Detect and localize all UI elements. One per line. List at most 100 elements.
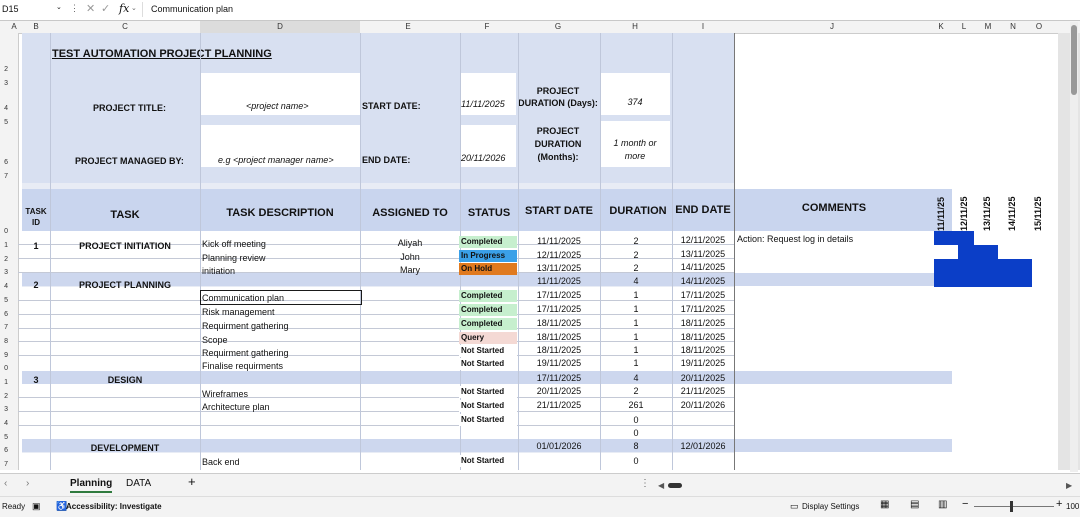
column-header[interactable]: E xyxy=(360,21,456,33)
column-header[interactable]: L xyxy=(952,21,976,33)
assigned-to[interactable]: John xyxy=(360,252,460,263)
column-header[interactable]: J xyxy=(734,21,930,33)
row-number[interactable]: 2 xyxy=(0,393,8,400)
row-number[interactable]: 9 xyxy=(0,352,8,359)
more-vertical-icon[interactable]: ⋮ xyxy=(70,3,79,14)
task-description[interactable]: Back end xyxy=(202,457,240,468)
end-date[interactable]: 12/11/2025 xyxy=(672,235,734,246)
scroll-right-icon[interactable]: ▶ xyxy=(1066,479,1072,493)
row-number[interactable]: 6 xyxy=(0,447,8,454)
sheet-tab-data[interactable]: DATA xyxy=(126,477,151,491)
duration[interactable]: 1 xyxy=(600,358,672,369)
column-header[interactable]: K xyxy=(930,21,952,33)
end-date[interactable]: 13/11/2025 xyxy=(672,249,734,260)
duration[interactable]: 1 xyxy=(600,318,672,329)
start-date[interactable]: 13/11/2025 xyxy=(518,263,600,274)
start-date[interactable]: 19/11/2025 xyxy=(518,358,600,369)
status-cell[interactable]: Not Started xyxy=(459,358,517,370)
formula-input[interactable]: Communication plan xyxy=(142,2,1080,17)
duration-days-box[interactable] xyxy=(600,73,670,115)
status-cell[interactable]: On Hold xyxy=(459,263,517,275)
start-date[interactable]: 20/11/2025 xyxy=(518,386,600,397)
row-number[interactable]: 3 xyxy=(0,406,8,413)
start-date[interactable]: 12/11/2025 xyxy=(518,250,600,261)
duration[interactable]: 0 xyxy=(600,415,672,426)
start-date[interactable]: 18/11/2025 xyxy=(518,345,600,356)
row-number[interactable]: 7 xyxy=(0,173,8,180)
chevron-left-icon[interactable]: ‹ xyxy=(4,477,7,491)
status-cell[interactable]: Not Started xyxy=(459,345,517,357)
status-cell[interactable]: Completed xyxy=(459,304,517,316)
start-date[interactable]: 17/11/2025 xyxy=(518,290,600,301)
check-icon[interactable]: ✓ xyxy=(101,2,110,15)
display-settings-icon[interactable]: ▭ xyxy=(790,501,799,511)
page-layout-icon[interactable]: ▤ xyxy=(910,500,919,510)
zoom-in-icon[interactable]: + xyxy=(1056,499,1062,510)
assigned-to[interactable]: Aliyah xyxy=(360,238,460,249)
row-number[interactable]: 8 xyxy=(0,338,8,345)
task-description[interactable]: Risk management xyxy=(202,307,275,318)
end-date[interactable]: 14/11/2025 xyxy=(672,262,734,273)
selected-cell[interactable] xyxy=(200,290,362,305)
row-number[interactable]: 0 xyxy=(0,365,8,372)
duration[interactable]: 2 xyxy=(600,386,672,397)
row-number[interactable]: 6 xyxy=(0,311,8,318)
status-cell[interactable]: In Progress xyxy=(459,250,517,262)
row-number[interactable]: 4 xyxy=(0,283,8,290)
row-number[interactable]: 1 xyxy=(0,242,8,249)
row-number[interactable]: 7 xyxy=(0,324,8,331)
task-description[interactable]: Planning review xyxy=(202,253,266,264)
task-description[interactable]: Kick off meeting xyxy=(202,239,266,250)
horizontal-scrollbar-thumb[interactable] xyxy=(668,483,682,488)
start-date[interactable]: 21/11/2025 xyxy=(518,400,600,411)
zoom-out-icon[interactable]: − xyxy=(962,499,968,510)
column-header[interactable]: O xyxy=(1026,21,1052,33)
chevron-down-icon[interactable]: ⌄ xyxy=(131,4,137,12)
row-number[interactable]: 5 xyxy=(0,297,8,304)
column-header[interactable]: A xyxy=(8,21,20,33)
status-cell[interactable]: Query xyxy=(459,332,517,344)
sheet-tab-planning[interactable]: Planning xyxy=(70,477,113,493)
project-title-value[interactable]: <project name> xyxy=(246,101,309,112)
task-description[interactable]: Requirment gathering xyxy=(202,348,289,359)
column-header[interactable]: B xyxy=(22,21,50,33)
duration[interactable]: 1 xyxy=(600,332,672,343)
duration[interactable]: 2 xyxy=(600,250,672,261)
row-number[interactable]: 1 xyxy=(0,379,8,386)
start-date[interactable]: 18/11/2025 xyxy=(518,332,600,343)
assigned-to[interactable]: Mary xyxy=(360,265,460,276)
status-cell[interactable]: Not Started xyxy=(459,455,517,467)
end-date[interactable]: 21/11/2025 xyxy=(672,386,734,397)
page-break-icon[interactable]: ▥ xyxy=(938,500,947,510)
end-date[interactable]: 20/11/2026 xyxy=(672,400,734,411)
duration[interactable]: 261 xyxy=(600,400,672,411)
column-header[interactable]: N xyxy=(1000,21,1026,33)
cancel-icon[interactable]: ✕ xyxy=(86,2,95,15)
worksheet-grid[interactable]: TEST AUTOMATION PROJECT PLANNING PROJECT… xyxy=(18,33,1080,470)
end-date[interactable]: 18/11/2025 xyxy=(672,318,734,329)
status-cell[interactable]: Completed xyxy=(459,318,517,330)
task-description[interactable]: Scope xyxy=(202,335,228,346)
macro-icon[interactable]: ▣ xyxy=(32,501,41,511)
add-sheet-icon[interactable]: + xyxy=(188,475,196,489)
managed-by-value[interactable]: e.g <project manager name> xyxy=(218,155,334,166)
accessibility-status[interactable]: Accessibility: Investigate xyxy=(66,502,162,512)
duration-days-value[interactable]: 374 xyxy=(602,97,668,108)
row-number[interactable]: 2 xyxy=(0,66,8,73)
start-date[interactable]: 11/11/2025 xyxy=(518,236,600,247)
status-cell[interactable]: Not Started xyxy=(459,414,517,426)
function-icon[interactable]: fx xyxy=(119,2,129,15)
zoom-slider-thumb[interactable] xyxy=(1010,501,1013,512)
row-number[interactable]: 3 xyxy=(0,80,8,87)
row-number[interactable]: 5 xyxy=(0,434,8,441)
row-number[interactable]: 5 xyxy=(0,119,8,126)
status-cell[interactable]: Not Started xyxy=(459,400,517,412)
start-date[interactable]: 17/11/2025 xyxy=(518,304,600,315)
end-date[interactable]: 18/11/2025 xyxy=(672,345,734,356)
column-header[interactable]: H xyxy=(598,21,672,33)
duration[interactable]: 1 xyxy=(600,345,672,356)
duration[interactable]: 1 xyxy=(600,304,672,315)
start-date-value[interactable]: 11/11/2025 xyxy=(461,99,505,110)
status-cell[interactable]: Completed xyxy=(459,236,517,248)
more-vertical-icon[interactable]: ⋮ xyxy=(640,477,650,491)
